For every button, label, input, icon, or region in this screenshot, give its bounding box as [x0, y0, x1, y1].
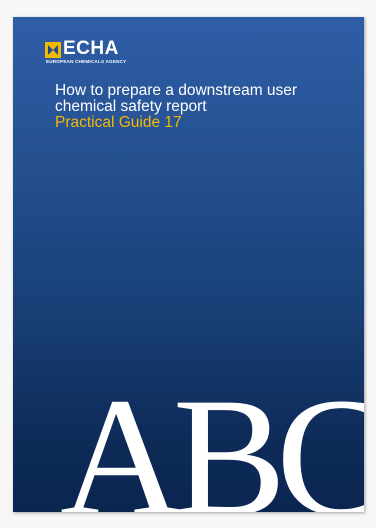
logo-wordmark: ECHA	[63, 38, 119, 59]
cover-subtitle: Practical Guide 17	[55, 114, 182, 131]
guide-cover: ECHA EUROPEAN CHEMICALS AGENCY How to pr…	[13, 17, 364, 512]
document-page: ECHA EUROPEAN CHEMICALS AGENCY How to pr…	[0, 0, 376, 528]
echa-logo-icon	[45, 42, 61, 58]
cover-title: How to prepare a downstream user chemica…	[55, 82, 298, 115]
logo-agency-name: EUROPEAN CHEMICALS AGENCY	[46, 59, 127, 64]
echa-logo: ECHA EUROPEAN CHEMICALS AGENCY	[45, 38, 165, 71]
cover-big-letters: ABC	[60, 363, 364, 512]
